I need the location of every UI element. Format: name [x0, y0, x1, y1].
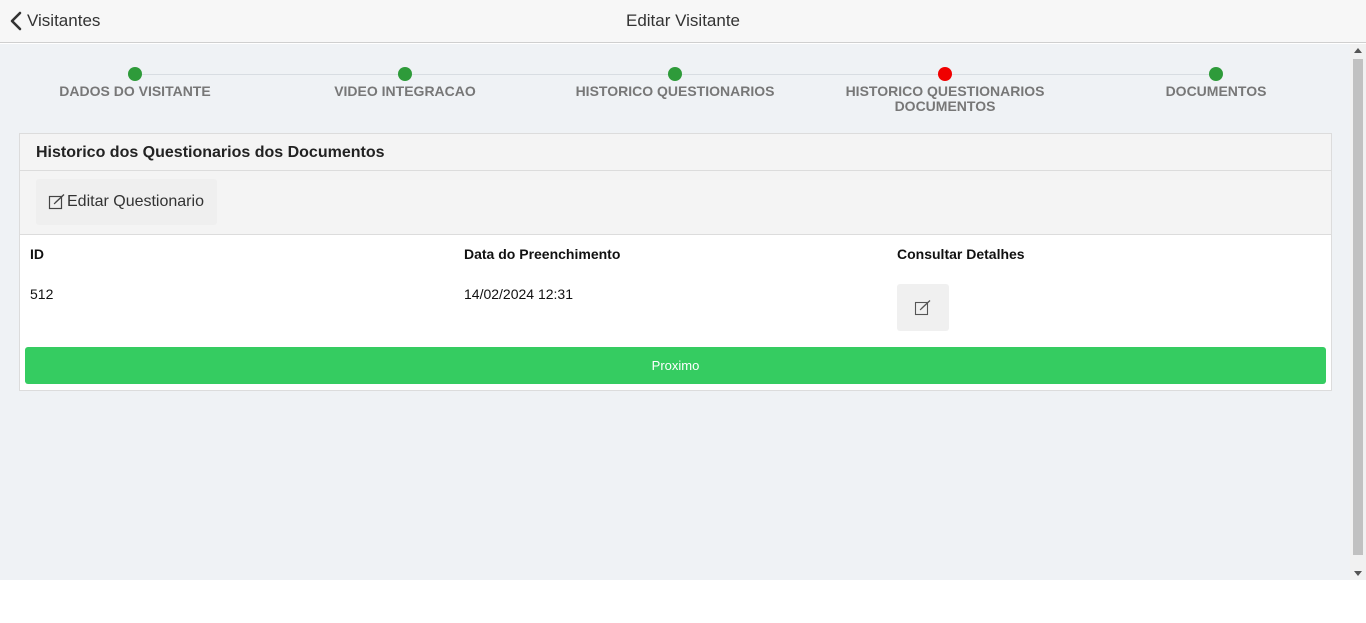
step-status-dot-current — [938, 67, 952, 81]
cell-fill-date: 14/02/2024 12:31 — [464, 286, 573, 302]
edit-square-icon — [48, 193, 65, 210]
step-status-dot — [128, 67, 142, 81]
panel-toolbar: Editar Questionario — [20, 171, 1331, 235]
step-status-dot — [398, 67, 412, 81]
step-dados-do-visitante[interactable]: DADOS DO VISITANTE — [0, 67, 270, 99]
step-documentos[interactable]: DOCUMENTOS — [1081, 67, 1351, 99]
stepper: DADOS DO VISITANTE VIDEO INTEGRACAO HIST… — [0, 44, 1350, 124]
column-header-fill-date: Data do Preenchimento — [464, 246, 621, 262]
column-header-id: ID — [30, 246, 44, 262]
panel-title: Historico dos Questionarios dos Document… — [20, 134, 1331, 171]
vertical-scrollbar[interactable] — [1350, 44, 1366, 580]
scroll-up-arrow-icon[interactable] — [1354, 48, 1362, 53]
step-historico-questionarios-documentos[interactable]: HISTORICO QUESTIONARIOS DOCUMENTOS — [810, 67, 1080, 114]
step-label: HISTORICO QUESTIONARIOS DOCUMENTOS — [845, 83, 1045, 114]
edit-square-icon — [914, 299, 931, 315]
cell-id: 512 — [30, 286, 54, 302]
page-title: Editar Visitante — [625, 11, 741, 30]
next-button[interactable]: Proximo — [25, 347, 1326, 384]
column-header-details: Consultar Detalhes — [897, 246, 1025, 262]
scrollbar-thumb[interactable] — [1353, 59, 1363, 555]
step-video-integracao[interactable]: VIDEO INTEGRACAO — [270, 67, 540, 99]
view-details-button[interactable] — [897, 284, 949, 331]
edit-questionnaire-label: Editar Questionario — [67, 193, 204, 210]
step-label: VIDEO INTEGRACAO — [334, 83, 476, 99]
scroll-down-arrow-icon[interactable] — [1354, 571, 1362, 576]
step-historico-questionarios[interactable]: HISTORICO QUESTIONARIOS — [540, 67, 810, 99]
app-header: Visitantes Editar Visitante — [0, 0, 1366, 43]
step-label: HISTORICO QUESTIONARIOS — [575, 83, 775, 99]
step-status-dot — [1209, 67, 1223, 81]
edit-questionnaire-button[interactable]: Editar Questionario — [36, 179, 217, 225]
step-label: DOCUMENTOS — [1165, 83, 1267, 99]
questionnaire-history-panel: Historico dos Questionarios dos Document… — [19, 133, 1332, 391]
history-table: ID Data do Preenchimento Consultar Detal… — [20, 235, 1331, 335]
step-status-dot — [668, 67, 682, 81]
main-content: DADOS DO VISITANTE VIDEO INTEGRACAO HIST… — [0, 44, 1350, 580]
step-label: DADOS DO VISITANTE — [59, 83, 211, 99]
